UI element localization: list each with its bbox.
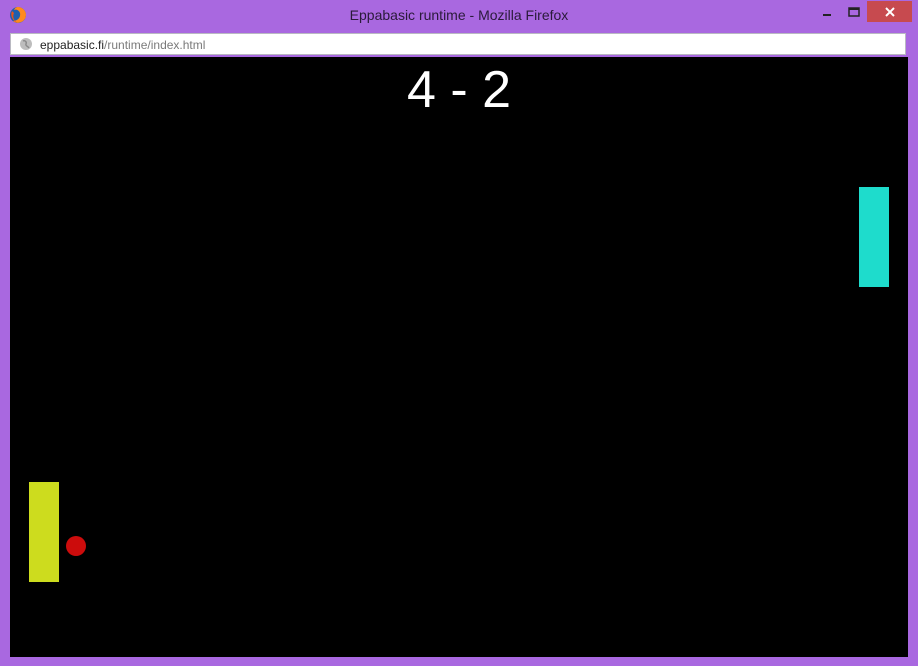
- maximize-icon: [847, 6, 860, 17]
- maximize-button[interactable]: [840, 1, 867, 22]
- left-paddle: [29, 482, 59, 582]
- window-title: Eppabasic runtime - Mozilla Firefox: [349, 7, 569, 23]
- globe-icon: [19, 37, 33, 51]
- url-text: eppabasic.fi/runtime/index.html: [40, 38, 205, 52]
- minimize-icon: [822, 13, 831, 16]
- url-path: /runtime/index.html: [104, 38, 206, 52]
- address-bar[interactable]: eppabasic.fi/runtime/index.html: [10, 33, 906, 55]
- right-paddle: [859, 187, 889, 287]
- minimize-button[interactable]: [813, 1, 840, 22]
- score-display: 4 - 2: [406, 61, 512, 119]
- close-icon: [884, 6, 895, 17]
- url-domain: eppabasic.fi: [40, 38, 105, 52]
- ball: [66, 536, 86, 556]
- game-canvas[interactable]: 4 - 2: [10, 57, 908, 657]
- close-button[interactable]: [867, 1, 912, 22]
- title-bar[interactable]: Eppabasic runtime - Mozilla Firefox: [0, 0, 918, 31]
- browser-window: Eppabasic runtime - Mozilla Firefox eppa…: [0, 0, 918, 666]
